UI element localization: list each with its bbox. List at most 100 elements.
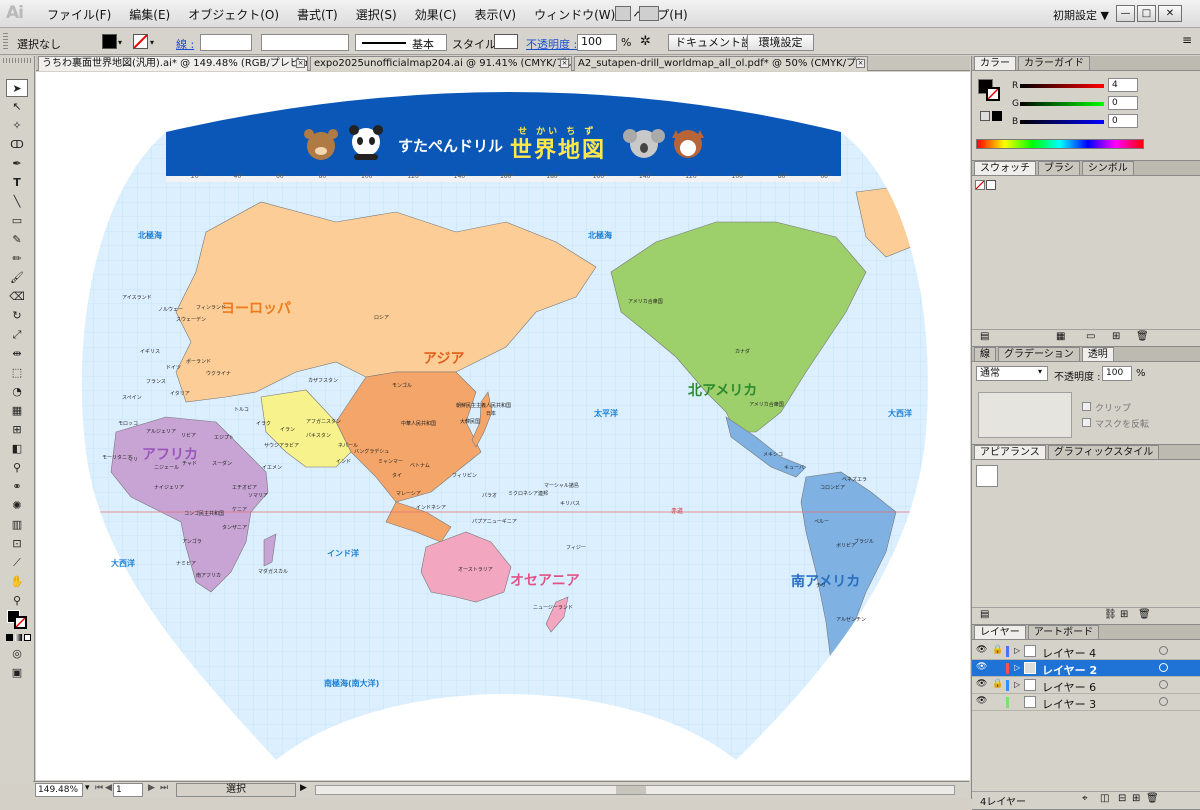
target-circle-icon[interactable] <box>1159 663 1168 672</box>
layer-row[interactable]: 👁 🔒 ▷ レイヤー 4 <box>972 643 1200 660</box>
opacity-field[interactable]: 100 <box>577 34 617 51</box>
r-value-field[interactable]: 4 <box>1108 78 1138 92</box>
chevron-down-icon[interactable]: ▾ <box>150 38 154 47</box>
tab-document-2[interactable]: expo2025unofficialmap204.ai @ 91.41% (CM… <box>310 56 572 71</box>
mesh-tool-icon[interactable]: ⊞ <box>6 421 28 439</box>
r-slider[interactable] <box>1020 84 1104 88</box>
shape-builder-icon[interactable]: ◔ <box>6 383 28 401</box>
new-swatch-icon[interactable]: ⊞ <box>1112 331 1120 342</box>
tab-color[interactable]: カラー <box>974 56 1016 70</box>
tab-gradient[interactable]: グラデーション <box>998 347 1080 361</box>
chevron-down-icon[interactable]: ▾ <box>118 38 122 47</box>
chevron-down-icon[interactable]: ▾ <box>1038 367 1042 376</box>
menu-file[interactable]: ファイル(F) <box>38 6 120 23</box>
free-transform-icon[interactable]: ⬚ <box>6 364 28 382</box>
tab-color-guide[interactable]: カラーガイド <box>1018 56 1090 70</box>
stroke-label[interactable]: 線 : <box>176 36 194 52</box>
pencil-icon[interactable]: ✏ <box>6 250 28 268</box>
menu-edit[interactable]: 編集(E) <box>120 6 179 23</box>
layer-name[interactable]: レイヤー 3 <box>1042 696 1096 712</box>
layer-row[interactable]: 👁 🔒 ▷ レイヤー 6 <box>972 677 1200 694</box>
swatch-library-icon[interactable]: ▤ <box>980 331 989 342</box>
close-tab-icon[interactable]: × <box>856 59 865 68</box>
eye-icon[interactable]: 👁 <box>976 645 987 655</box>
width-tool-icon[interactable]: ⇹ <box>6 345 28 363</box>
tab-symbols[interactable]: シンボル <box>1081 161 1134 175</box>
g-slider[interactable] <box>1020 102 1104 106</box>
zoom-field[interactable]: 149.48% <box>35 783 83 797</box>
line-tool-icon[interactable]: ╲ <box>6 193 28 211</box>
tab-stroke[interactable]: 線 <box>974 347 996 361</box>
delete-icon[interactable]: 🗑 <box>1136 331 1149 342</box>
layer-row[interactable]: 👁 ▷ レイヤー 2 <box>972 660 1200 677</box>
rotate-tool-icon[interactable]: ↻ <box>6 307 28 325</box>
symbol-sprayer-icon[interactable]: ✺ <box>6 497 28 515</box>
close-tab-icon[interactable]: × <box>560 59 569 68</box>
invert-mask-checkbox[interactable] <box>1082 418 1091 427</box>
clip-checkbox[interactable] <box>1082 402 1091 411</box>
blend-tool-icon[interactable]: ⚭ <box>6 478 28 496</box>
tab-layers[interactable]: レイヤー <box>974 625 1026 639</box>
menu-select[interactable]: 選択(S) <box>347 6 406 23</box>
lasso-icon[interactable]: ↀ <box>6 136 28 154</box>
color-mode-icon[interactable] <box>6 634 13 641</box>
brush-definition-field[interactable]: 基本 <box>355 34 447 51</box>
last-artboard-icon[interactable]: ⏭ <box>160 783 168 793</box>
variable-width-field[interactable] <box>261 34 349 51</box>
registration-swatch-icon[interactable] <box>986 180 996 190</box>
blob-brush-icon[interactable]: 🖌 <box>6 269 28 287</box>
artboard-number-field[interactable]: 1 <box>113 783 143 797</box>
none-mode-icon[interactable] <box>24 634 31 641</box>
lock-icon[interactable]: 🔒 <box>992 679 1003 689</box>
tab-graphic-styles[interactable]: グラフィックスタイル <box>1047 445 1160 459</box>
status-mode[interactable]: 選択 <box>176 783 296 797</box>
minimize-icon[interactable]: — <box>1116 5 1135 22</box>
layer-name[interactable]: レイヤー 6 <box>1042 679 1096 695</box>
stroke-color-icon[interactable] <box>14 616 27 629</box>
target-circle-icon[interactable] <box>1159 697 1168 706</box>
hand-tool-icon[interactable]: ✋ <box>6 573 28 591</box>
menu-view[interactable]: 表示(V) <box>465 6 525 23</box>
target-circle-icon[interactable] <box>1159 680 1168 689</box>
workspace-switcher[interactable]: 初期設定 ▼ <box>1053 7 1109 23</box>
type-tool-icon[interactable]: T <box>6 174 28 192</box>
bridge-icon[interactable] <box>615 6 631 21</box>
tab-brushes[interactable]: ブラシ <box>1038 161 1080 175</box>
stroke-swatch[interactable] <box>133 34 148 49</box>
artboard-tool-icon[interactable]: ⊡ <box>6 535 28 553</box>
opacity-label[interactable]: 不透明度 : <box>526 36 577 52</box>
break-link-icon[interactable]: ⛓ <box>1104 609 1117 620</box>
rectangle-tool-icon[interactable]: ▭ <box>6 212 28 230</box>
horizontal-scrollbar[interactable] <box>315 785 955 795</box>
tab-appearance[interactable]: アピアランス <box>974 445 1046 459</box>
magic-wand-icon[interactable]: ✧ <box>6 117 28 135</box>
g-value-field[interactable]: 0 <box>1108 96 1138 110</box>
menu-window[interactable]: ウィンドウ(W) <box>525 6 624 23</box>
expand-triangle-icon[interactable]: ▷ <box>1014 680 1020 689</box>
menu-type[interactable]: 書式(T) <box>288 6 347 23</box>
eye-icon[interactable]: 👁 <box>976 662 987 672</box>
menu-object[interactable]: オブジェクト(O) <box>179 6 288 23</box>
paintbrush-icon[interactable]: ✎ <box>6 231 28 249</box>
control-panel-menu-icon[interactable]: ≡ <box>1182 33 1192 47</box>
next-artboard-icon[interactable]: ▶ <box>148 783 155 793</box>
direct-selection-tool-icon[interactable]: ↖ <box>6 98 28 116</box>
scale-tool-icon[interactable]: ⤢ <box>6 326 28 344</box>
tab-document-1[interactable]: うちわ裏面世界地図(汎用).ai* @ 149.48% (RGB/プレビュー) × <box>38 56 308 71</box>
black-swatch-icon[interactable] <box>992 111 1002 121</box>
stroke-color-icon[interactable] <box>986 87 1000 101</box>
artboard-canvas[interactable]: すたぺんドリル せ かい ち ず 世界地図 20° 40° 60° 80° 100° 12… <box>36 72 970 780</box>
arrange-documents-icon[interactable] <box>639 6 659 21</box>
delete-icon[interactable]: 🗑 <box>1138 609 1151 620</box>
graphic-style-thumbnail[interactable] <box>976 465 998 487</box>
recolor-icon[interactable]: ✲ <box>640 34 651 49</box>
cube-icon[interactable] <box>980 111 990 121</box>
close-icon[interactable]: ✕ <box>1158 5 1182 22</box>
tab-transparency[interactable]: 透明 <box>1081 347 1114 361</box>
close-tab-icon[interactable]: × <box>296 59 305 68</box>
slice-tool-icon[interactable]: ⟋ <box>6 554 28 572</box>
new-color-group-icon[interactable]: ▭ <box>1086 331 1095 342</box>
selection-tool-icon[interactable]: ➤ <box>6 79 28 97</box>
tab-swatches[interactable]: スウォッチ <box>974 161 1036 175</box>
b-value-field[interactable]: 0 <box>1108 114 1138 128</box>
